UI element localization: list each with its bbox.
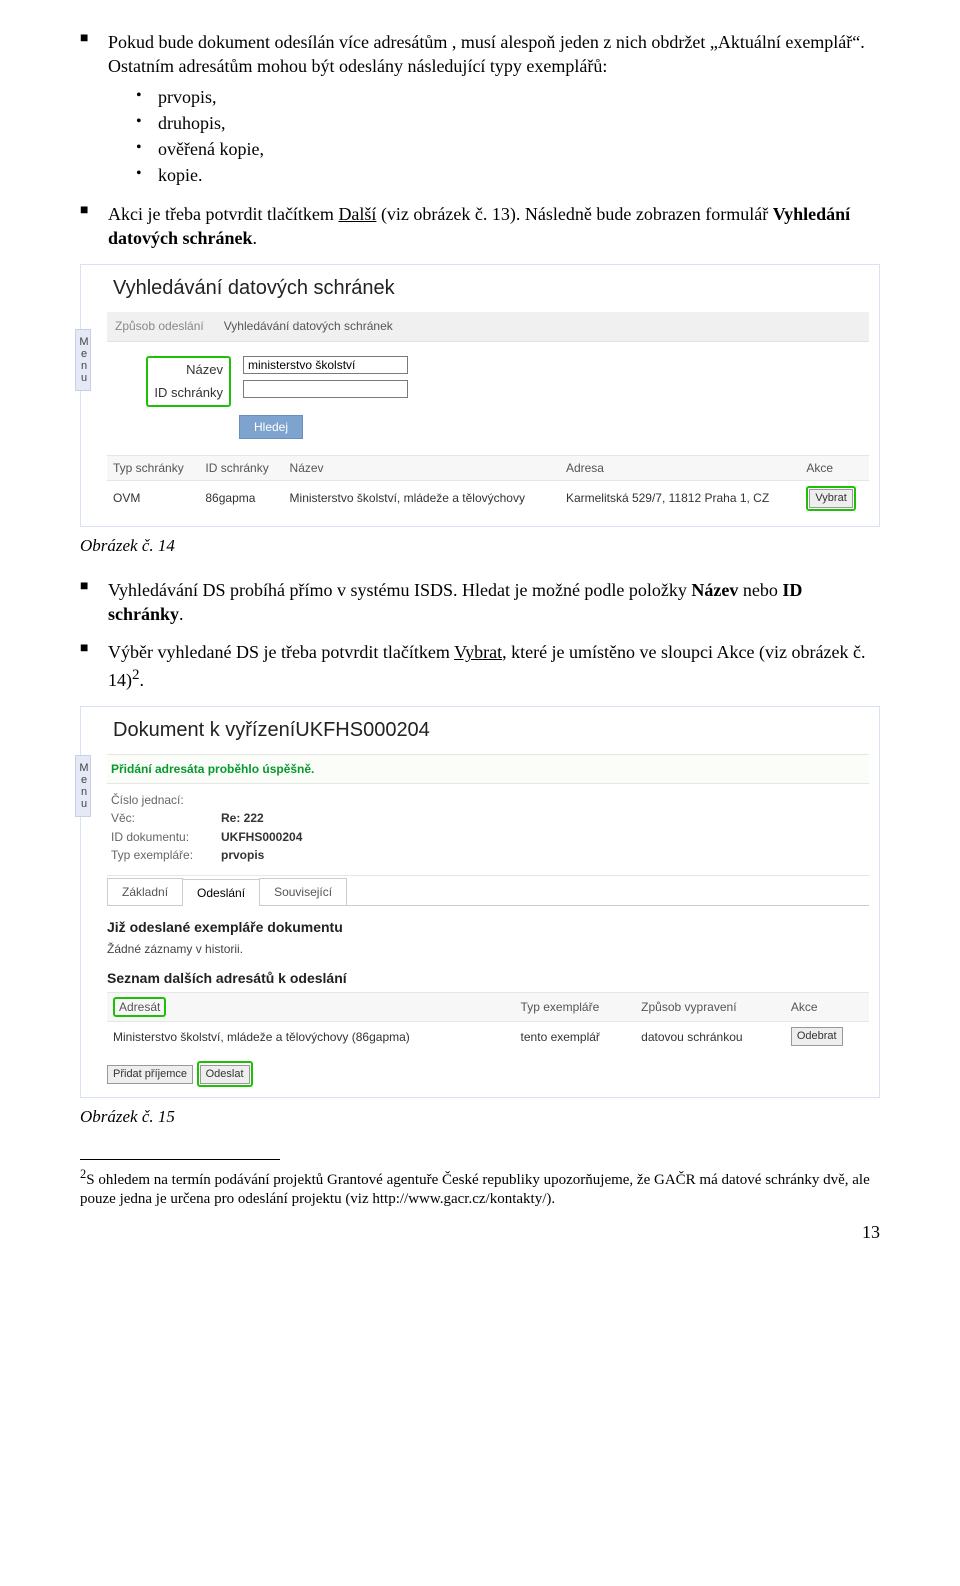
- b3-bold1: Název: [691, 580, 738, 600]
- form-area: Název ID schránky Hledej: [107, 356, 869, 449]
- menu-tab-2[interactable]: Menu: [75, 755, 91, 817]
- bullet-1: Pokud bude dokument odesílán více adresá…: [80, 30, 880, 188]
- table-row: OVM 86gapma Ministerstvo školství, mláde…: [107, 481, 869, 516]
- meta-v4: prvopis: [221, 847, 264, 863]
- breadcrumb: Způsob odeslání Vyhledávání datových sch…: [107, 312, 869, 341]
- label-id: ID schránky: [154, 384, 223, 402]
- rcol-adresat: Adresát: [107, 993, 515, 1022]
- b2-end: .: [253, 228, 258, 248]
- b3-end: .: [179, 604, 184, 624]
- section-recipients-title: Seznam dalších adresátů k odeslání: [107, 969, 869, 988]
- bullet-2: Akci je třeba potvrdit tlačítkem Další (…: [80, 202, 880, 251]
- col-id: ID schránky: [199, 455, 283, 480]
- meta-v3: UKFHS000204: [221, 829, 302, 845]
- col-address: Adresa: [560, 455, 800, 480]
- figure-14: Menu Vyhledávání datových schránek Způso…: [80, 264, 880, 527]
- tab-zakladni[interactable]: Základní: [107, 878, 183, 905]
- meta-v2: Re: 222: [221, 810, 264, 826]
- rcol-type: Typ exempláře: [515, 993, 636, 1022]
- b3-mid: nebo: [738, 580, 782, 600]
- col-action: Akce: [800, 455, 869, 480]
- table-row: Ministerstvo školství, mládeže a tělovýc…: [107, 1022, 869, 1051]
- results-table: Typ schránky ID schránky Název Adresa Ak…: [107, 455, 869, 516]
- cell-id: 86gapma: [199, 481, 283, 516]
- bullet-3: Vyhledávání DS probíhá přímo v systému I…: [80, 578, 880, 627]
- bullet-4: Výběr vyhledané DS je třeba potvrdit tla…: [80, 640, 880, 692]
- b2-link: Další: [338, 204, 376, 224]
- highlight-odeslat: Odeslat: [197, 1061, 253, 1087]
- footnote-separator: [80, 1159, 280, 1160]
- vybrat-button[interactable]: Vybrat: [809, 489, 852, 508]
- label-nazev: Název: [186, 361, 223, 379]
- page-number: 13: [80, 1220, 880, 1244]
- highlight-labels: Název ID schránky: [146, 356, 231, 407]
- cell-address: Karmelitská 529/7, 11812 Praha 1, CZ: [560, 481, 800, 516]
- b4-end: .: [140, 670, 145, 690]
- section-sent-title: Již odeslané exempláře dokumentu: [107, 918, 869, 937]
- rcell-adresat: Ministerstvo školství, mládeže a tělovýc…: [107, 1022, 515, 1051]
- cell-type: OVM: [107, 481, 199, 516]
- odebrat-button[interactable]: Odebrat: [791, 1027, 843, 1046]
- rcell-method: datovou schránkou: [635, 1022, 785, 1051]
- highlight-vybrat: Vybrat: [806, 486, 855, 511]
- search-button[interactable]: Hledej: [239, 415, 303, 439]
- panel-title: Vyhledávání datových schránek: [113, 275, 869, 302]
- b2-post: (viz obrázek č. 13). Následně bude zobra…: [376, 204, 772, 224]
- b4-a: Výběr vyhledané DS je třeba potvrdit tla…: [108, 642, 454, 662]
- highlight-adresat: Adresát: [113, 997, 166, 1017]
- nazev-input[interactable]: [243, 356, 408, 374]
- send-button[interactable]: Odeslat: [200, 1065, 250, 1084]
- figure-15: Menu Dokument k vyřízeníUKFHS000204 Přid…: [80, 706, 880, 1098]
- sub-1: prvopis,: [136, 85, 880, 109]
- footnote: 2S ohledem na termín podávání projektů G…: [80, 1166, 880, 1210]
- recipients-table: Adresát Typ exempláře Způsob vypravení A…: [107, 992, 869, 1051]
- panel-title-2: Dokument k vyřízeníUKFHS000204: [113, 717, 869, 744]
- meta-l2: Věc:: [111, 810, 221, 826]
- b2-pre: Akci je třeba potvrdit tlačítkem: [108, 204, 338, 224]
- b3-a: Vyhledávání DS probíhá přímo v systému I…: [108, 580, 691, 600]
- crumb-value: Vyhledávání datových schránek: [224, 319, 393, 333]
- menu-tab[interactable]: Menu: [75, 329, 91, 391]
- footnote-text: S ohledem na termín podávání projektů Gr…: [80, 1172, 870, 1208]
- tabs: Základní Odeslání Související: [107, 878, 869, 906]
- meta-l1: Číslo jednací:: [111, 792, 221, 808]
- bullet-1-text: Pokud bude dokument odesílán více adresá…: [108, 32, 865, 76]
- add-recipient-button[interactable]: Přidat příjemce: [107, 1065, 193, 1084]
- cell-name: Ministerstvo školství, mládeže a tělovýc…: [284, 481, 560, 516]
- id-input[interactable]: [243, 380, 408, 398]
- meta-l4: Typ exempláře:: [111, 847, 221, 863]
- meta-l3: ID dokumentu:: [111, 829, 221, 845]
- sub-2: druhopis,: [136, 111, 880, 135]
- b4-link: Vybrat: [454, 642, 502, 662]
- success-message: Přidání adresáta proběhlo úspěšně.: [107, 754, 869, 784]
- rcol-method: Způsob vypravení: [635, 993, 785, 1022]
- tab-souvisejici[interactable]: Související: [259, 878, 347, 905]
- button-row: Přidat příjemce Odeslat: [107, 1061, 869, 1087]
- b4-sup: 2: [132, 667, 140, 683]
- meta-block: Číslo jednací: Věc:Re: 222 ID dokumentu:…: [107, 784, 869, 876]
- rcell-action: Odebrat: [785, 1022, 869, 1051]
- sub-4: kopie.: [136, 163, 880, 187]
- rcell-type: tento exemplář: [515, 1022, 636, 1051]
- caption-15: Obrázek č. 15: [80, 1106, 880, 1129]
- tab-odeslani[interactable]: Odeslání: [182, 879, 260, 906]
- col-name: Název: [284, 455, 560, 480]
- caption-14: Obrázek č. 14: [80, 535, 880, 558]
- cell-action: Vybrat: [800, 481, 869, 516]
- no-records: Žádné záznamy v historii.: [107, 941, 869, 957]
- crumb-label: Způsob odeslání: [115, 319, 204, 333]
- sub-3: ověřená kopie,: [136, 137, 880, 161]
- col-type: Typ schránky: [107, 455, 199, 480]
- rcol-action: Akce: [785, 993, 869, 1022]
